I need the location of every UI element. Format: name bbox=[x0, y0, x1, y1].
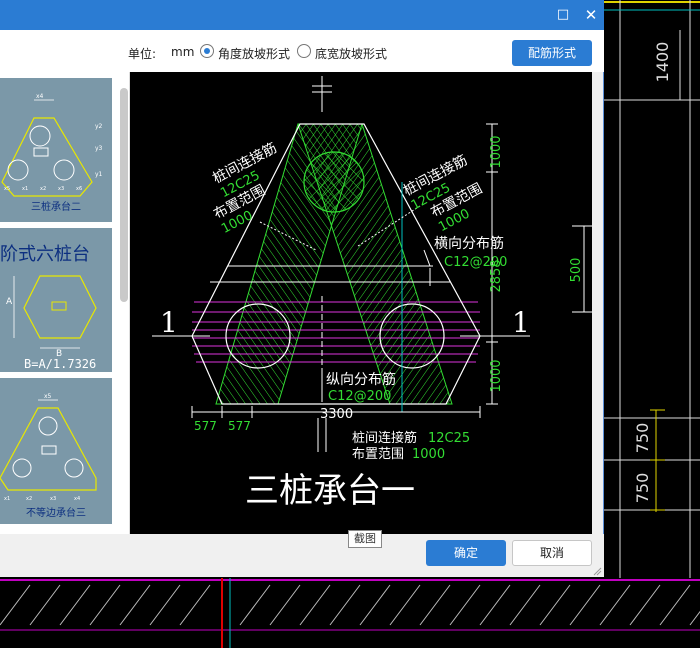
svg-text:三桩承台二: 三桩承台二 bbox=[31, 200, 81, 213]
bottom-range-label: 布置范围 bbox=[352, 447, 404, 462]
minimize-icon[interactable]: □ bbox=[550, 0, 576, 30]
resize-grip-icon[interactable] bbox=[592, 566, 602, 576]
drawing-title: 三桩承台一 bbox=[245, 471, 415, 511]
section-mark-right: 1 bbox=[512, 306, 530, 339]
dialog-window: □ ✕ 单位: mm 角度放坡形式 底宽放坡形式 配筋形式 x4 y2 y3 y… bbox=[0, 0, 604, 577]
title-bar: □ ✕ bbox=[0, 0, 604, 30]
unit-label: 单位: bbox=[128, 47, 157, 61]
svg-text:x4: x4 bbox=[36, 93, 44, 100]
longitudinal-value: C12@200 bbox=[328, 389, 391, 404]
svg-text:不等边承台三: 不等边承台三 bbox=[26, 506, 86, 519]
dim-width: 3300 bbox=[320, 407, 353, 422]
svg-text:B=A/1.7326: B=A/1.7326 bbox=[24, 357, 96, 371]
screenshot-tooltip: 截图 bbox=[348, 530, 382, 548]
svg-text:x3: x3 bbox=[58, 186, 64, 192]
svg-text:x6: x6 bbox=[76, 186, 82, 192]
thumb-unequal-cap-three[interactable]: x5 x1 x2 x3 x4 不等边承台三 bbox=[0, 378, 112, 524]
thumb-three-pile-cap-two[interactable]: x4 y2 y3 y1 x5 x1 x2 x3 x6 三桩承台二 bbox=[0, 78, 112, 222]
longitudinal-label: 纵向分布筋 bbox=[326, 371, 396, 388]
dim-edge-left: 577 bbox=[194, 419, 217, 433]
toolbar: 单位: mm 角度放坡形式 底宽放坡形式 配筋形式 bbox=[0, 30, 604, 72]
thumb-stepped-six-pile-cap[interactable]: 阶式六桩台 A B B=A/1.7326 bbox=[0, 228, 112, 372]
svg-text:y3: y3 bbox=[95, 145, 103, 152]
svg-text:x2: x2 bbox=[40, 186, 46, 192]
stepped-six-pile-cap-diagram: 阶式六桩台 A B B=A/1.7326 bbox=[0, 244, 97, 371]
dialog-footer: 确定 取消 bbox=[0, 534, 604, 577]
radio-angle-slope[interactable] bbox=[200, 44, 214, 58]
three-pile-cap-two-diagram: x4 y2 y3 y1 x5 x1 x2 x3 x6 三桩承台二 bbox=[1, 93, 103, 213]
transverse-label: 横向分布筋 bbox=[434, 235, 504, 252]
thumbnail-scrollbar[interactable] bbox=[120, 88, 128, 302]
dim-middle: 2858 bbox=[489, 259, 504, 292]
bottom-link-value: 12C25 bbox=[428, 431, 470, 446]
drawing-canvas: 1 1 桩间连接筋 12C25 布置范围 1000 桩间连接筋 12C25 布置… bbox=[130, 72, 592, 534]
unequal-cap-three-diagram: x5 x1 x2 x3 x4 不等边承台三 bbox=[0, 393, 97, 519]
unit-value: mm bbox=[171, 45, 195, 59]
bg-dim-750-upper: 750 bbox=[633, 423, 652, 454]
svg-text:x5: x5 bbox=[4, 186, 10, 192]
bottom-link-label: 桩间连接筋 bbox=[352, 430, 417, 446]
svg-text:x2: x2 bbox=[26, 496, 32, 502]
radio-bottom-width-slope[interactable] bbox=[297, 44, 311, 58]
dim-side: 500 bbox=[569, 258, 584, 283]
bottom-range-value: 1000 bbox=[412, 447, 445, 462]
svg-text:y1: y1 bbox=[95, 171, 103, 178]
section-mark-left: 1 bbox=[160, 306, 178, 339]
dim-bottom: 1000 bbox=[489, 359, 504, 392]
bg-dim-1400: 1400 bbox=[653, 42, 672, 83]
rebar-form-button[interactable]: 配筋形式 bbox=[512, 40, 592, 66]
cancel-button[interactable]: 取消 bbox=[512, 540, 592, 566]
bg-dim-750-lower: 750 bbox=[633, 473, 652, 504]
svg-text:x4: x4 bbox=[74, 496, 80, 502]
pile-cap-drawing: 1 1 桩间连接筋 12C25 布置范围 1000 桩间连接筋 12C25 布置… bbox=[152, 76, 592, 511]
svg-text:x5: x5 bbox=[44, 393, 52, 400]
dim-top: 1000 bbox=[489, 135, 504, 168]
svg-text:x3: x3 bbox=[50, 496, 56, 502]
svg-text:A: A bbox=[6, 297, 13, 307]
ok-button[interactable]: 确定 bbox=[426, 540, 506, 566]
svg-text:阶式六桩台: 阶式六桩台 bbox=[0, 244, 90, 265]
close-icon[interactable]: ✕ bbox=[578, 0, 604, 30]
radio-angle-slope-label[interactable]: 角度放坡形式 bbox=[218, 45, 290, 62]
radio-bottom-width-slope-label[interactable]: 底宽放坡形式 bbox=[315, 45, 387, 62]
svg-text:x1: x1 bbox=[22, 186, 28, 192]
svg-text:x1: x1 bbox=[4, 496, 10, 502]
thumbnail-panel: x4 y2 y3 y1 x5 x1 x2 x3 x6 三桩承台二 阶式六桩台 A… bbox=[0, 72, 130, 534]
svg-text:y2: y2 bbox=[95, 123, 103, 130]
dim-edge-right: 577 bbox=[228, 419, 251, 433]
